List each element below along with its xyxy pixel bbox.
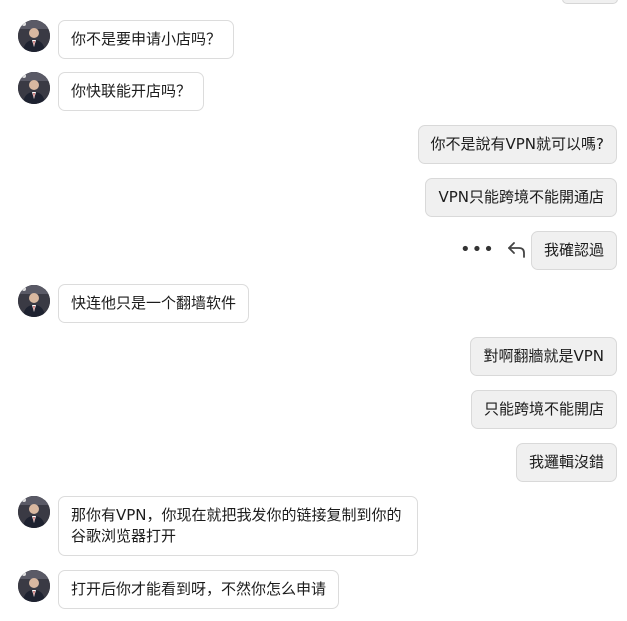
contact-avatar[interactable] (18, 570, 50, 602)
message-bubble-incoming[interactable]: 打开后你才能看到呀，不然你怎么申请 (58, 570, 340, 609)
contact-avatar[interactable] (18, 285, 50, 317)
reply-arrow-icon[interactable] (507, 241, 527, 259)
profile-photo-icon (18, 570, 50, 602)
contact-avatar[interactable] (18, 72, 50, 104)
message-bubble-incoming[interactable]: 快连他只是一个翻墙软件 (58, 284, 250, 323)
message-bubble-incoming[interactable]: 那你有VPN，你现在就把我发你的链接复制到你的谷歌浏览器打开 (58, 496, 418, 556)
message-bubble-outgoing[interactable]: 我邏輯沒錯 (515, 443, 617, 482)
message-bubble-incoming[interactable]: 你快联能开店吗？ (58, 72, 205, 111)
message-bubble-outgoing[interactable]: 只能跨境不能開店 (470, 390, 617, 429)
profile-photo-icon (18, 285, 50, 317)
contact-avatar[interactable] (18, 496, 50, 528)
message-bubble-outgoing[interactable]: 我確認過 (530, 231, 617, 270)
message-bubble-outgoing[interactable]: 對啊翻牆就是VPN (470, 337, 617, 376)
profile-photo-icon (18, 496, 50, 528)
profile-photo-icon (18, 72, 50, 104)
message-bubble-outgoing[interactable]: VPN只能跨境不能開通店 (425, 178, 617, 217)
profile-photo-icon (18, 20, 50, 52)
message-bubble-outgoing[interactable]: 你不是說有VPN就可以嗎? (417, 125, 617, 164)
more-dots-icon[interactable]: ••• (460, 241, 495, 259)
message-bubble-incoming[interactable]: 你不是要申请小店吗？ (58, 20, 235, 59)
contact-avatar[interactable] (18, 20, 50, 52)
previous-message-edge (562, 0, 618, 4)
message-actions: ••• (460, 240, 527, 260)
